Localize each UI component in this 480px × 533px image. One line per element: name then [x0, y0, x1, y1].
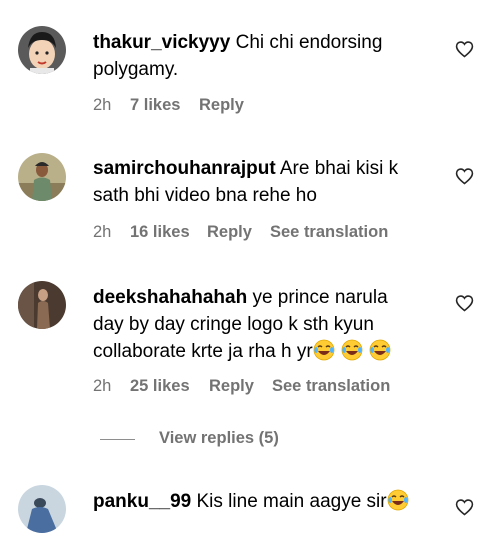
comment-text: thakur_vickyyy Chi chi endorsing polygam… [93, 29, 423, 83]
username-link[interactable]: deekshahahahah [93, 287, 247, 308]
laughing-tears-emoji-icon: 😂 [387, 489, 409, 511]
comment-body: Kis line main aagye sir [191, 491, 387, 512]
avatar[interactable] [18, 26, 66, 74]
replies-divider [100, 439, 135, 440]
timestamp: 2h [93, 96, 112, 114]
username-link[interactable]: thakur_vickyyy [93, 32, 230, 53]
like-button[interactable] [455, 167, 474, 185]
heart-icon [455, 295, 474, 312]
username-link[interactable]: samirchouhanrajput [93, 158, 276, 179]
heart-icon [455, 499, 474, 516]
likes-count[interactable]: 16 likes [130, 223, 207, 242]
likes-count[interactable]: 7 likes [130, 96, 199, 115]
laughing-tears-emoji-icon: 😂 [341, 339, 363, 361]
comment-text: panku__99 Kis line main aagye sir😂 [93, 488, 423, 515]
cartoon-boy-avatar-icon [18, 26, 66, 74]
timestamp: 2h [93, 223, 112, 241]
comment-text: deekshahahahah ye prince narula day by d… [93, 284, 423, 365]
see-translation-link[interactable]: See translation [272, 377, 390, 396]
reply-button[interactable]: Reply [207, 223, 270, 242]
like-button[interactable] [455, 40, 474, 58]
likes-count[interactable]: 25 likes [130, 377, 209, 396]
laughing-tears-emoji-icon: 😂 [313, 339, 335, 361]
man-outdoors-avatar-icon [18, 153, 66, 201]
reply-button[interactable]: Reply [199, 96, 244, 115]
heart-icon [455, 41, 474, 58]
avatar[interactable] [18, 281, 66, 329]
username-link[interactable]: panku__99 [93, 491, 191, 512]
person-indoor-avatar-icon [18, 281, 66, 329]
avatar[interactable] [18, 485, 66, 533]
like-button[interactable] [455, 498, 474, 516]
avatar[interactable] [18, 153, 66, 201]
see-translation-link[interactable]: See translation [270, 223, 388, 242]
reply-button[interactable]: Reply [209, 377, 272, 396]
laughing-tears-emoji-icon: 😂 [369, 339, 391, 361]
like-button[interactable] [455, 294, 474, 312]
timestamp: 2h [93, 377, 112, 395]
heart-icon [455, 168, 474, 185]
comment-text: samirchouhanrajput Are bhai kisi k sath … [93, 155, 423, 209]
person-blue-sky-avatar-icon [18, 485, 66, 533]
view-replies-button[interactable]: View replies (5) [159, 429, 279, 448]
